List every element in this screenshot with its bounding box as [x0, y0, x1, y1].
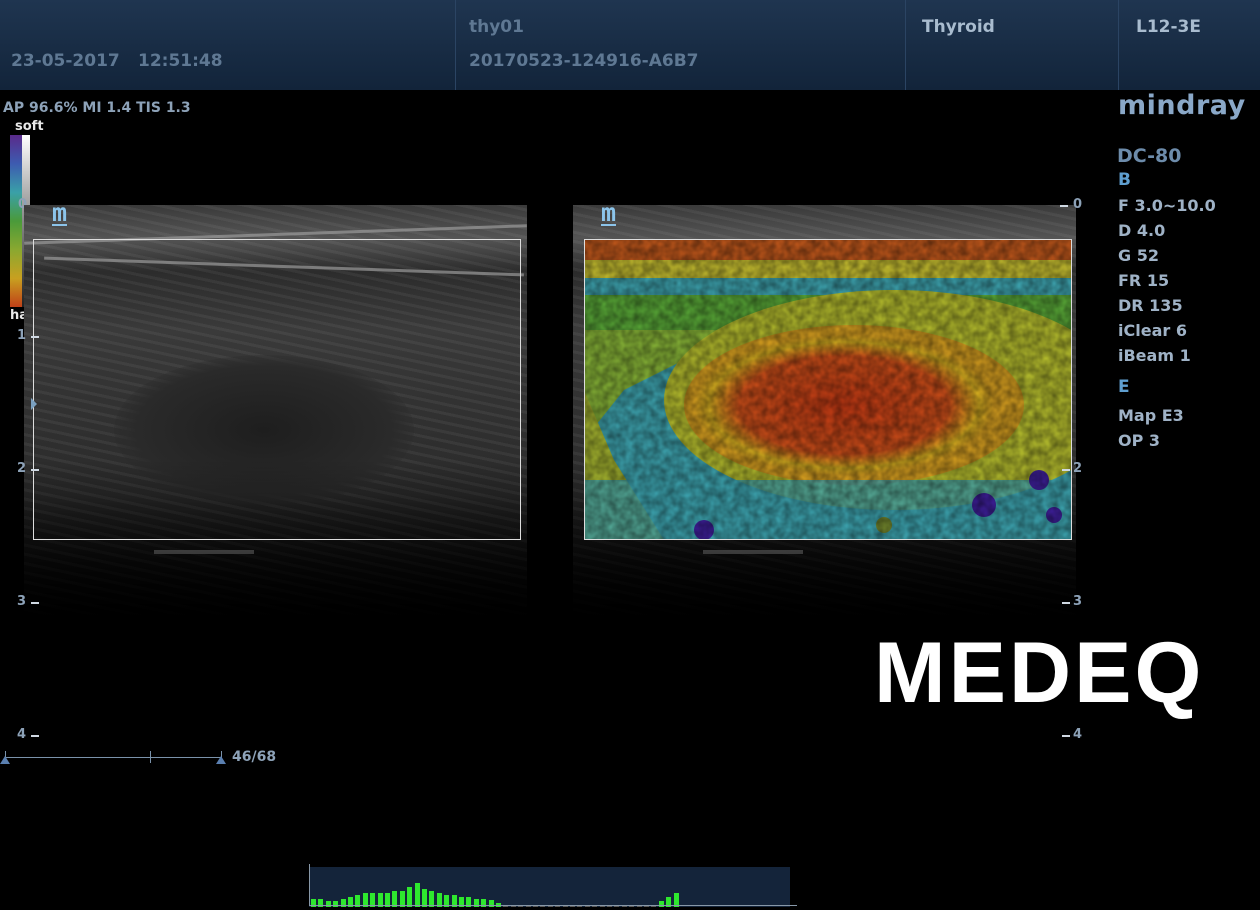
cine-y-axis: [309, 864, 310, 906]
frame-slider-tick: [150, 751, 151, 763]
roi-box-right[interactable]: [584, 239, 1072, 540]
depth-tick: [31, 469, 39, 471]
header-divider: [1118, 0, 1119, 90]
exam-time: 12:51:48: [138, 51, 223, 71]
header-divider: [905, 0, 906, 90]
exam-date: 23-05-2017: [11, 51, 120, 71]
depth-label: 0: [1073, 197, 1083, 212]
setting-frame-rate: FR 15: [1118, 271, 1170, 290]
exam-type[interactable]: Thyroid: [922, 17, 995, 37]
cine-frame-bar[interactable]: [333, 901, 339, 907]
depth-tick: [1062, 602, 1070, 604]
setting-frequency: F 3.0~10.0: [1118, 196, 1216, 215]
header-divider: [455, 0, 456, 90]
acoustic-params: AP 96.6% MI 1.4 TIS 1.3: [3, 100, 191, 116]
cine-frame-bar[interactable]: [658, 901, 664, 907]
frame-slider-track[interactable]: [5, 757, 221, 758]
b-mode-label[interactable]: B: [1118, 168, 1216, 193]
exam-id[interactable]: 20170523-124916-A6B7: [469, 51, 698, 71]
depth-label: 3: [17, 594, 27, 609]
frame-slider-start-handle[interactable]: [0, 756, 10, 764]
depth-tick: [31, 336, 39, 338]
brand-logo: mindray: [1118, 90, 1246, 121]
probe-orientation-marker: m: [52, 198, 68, 227]
colorbar-soft-label: soft: [15, 119, 44, 134]
depth-label: 2: [1073, 461, 1083, 476]
depth-tick: [31, 735, 39, 737]
cine-frame-bar[interactable]: [407, 887, 413, 907]
setting-gain: G 52: [1118, 246, 1159, 265]
depth-label: 3: [1073, 594, 1083, 609]
cine-frame-bar[interactable]: [414, 883, 420, 907]
medeq-watermark: MEDEQ: [874, 625, 1205, 721]
setting-dynamic-range: DR 135: [1118, 296, 1183, 315]
depth-label: 4: [17, 727, 27, 742]
cine-x-axis: [309, 905, 797, 906]
depth-tick: [31, 602, 39, 604]
depth-label: 2: [17, 461, 27, 476]
depth-label: 1: [17, 328, 27, 343]
roi-box-left[interactable]: [33, 239, 521, 540]
setting-ibeam: iBeam 1: [1118, 346, 1191, 365]
e-mode-label[interactable]: E: [1118, 375, 1216, 400]
cine-quality-histogram[interactable]: [309, 867, 790, 907]
focus-marker-icon[interactable]: [31, 398, 37, 410]
patient-id[interactable]: thy01: [469, 17, 524, 37]
probe-orientation-marker: m: [601, 198, 617, 227]
setting-depth: D 4.0: [1118, 221, 1166, 240]
tissue-layer-line: [703, 550, 803, 554]
depth-tick: [1062, 469, 1070, 471]
elasticity-colorbar: [10, 135, 22, 307]
frame-counter: 46/68: [232, 749, 277, 765]
setting-map: Map E3: [1118, 406, 1184, 425]
header-bar: 23-05-2017 12:51:48 thy01 20170523-12491…: [0, 0, 1260, 90]
depth-tick: [1060, 205, 1068, 207]
depth-label: 4: [1073, 727, 1083, 742]
model-name: DC-80: [1117, 145, 1182, 167]
settings-panel: B F 3.0~10.0 D 4.0 G 52 FR 15 DR 135 iCl…: [1118, 168, 1216, 453]
setting-iclear: iClear 6: [1118, 321, 1187, 340]
frame-slider-end-handle[interactable]: [216, 756, 226, 764]
probe-name[interactable]: L12-3E: [1136, 17, 1201, 37]
setting-op: OP 3: [1118, 431, 1161, 450]
cine-frame-bar[interactable]: [325, 901, 331, 907]
depth-tick: [1062, 735, 1070, 737]
tissue-layer-line: [154, 550, 254, 554]
